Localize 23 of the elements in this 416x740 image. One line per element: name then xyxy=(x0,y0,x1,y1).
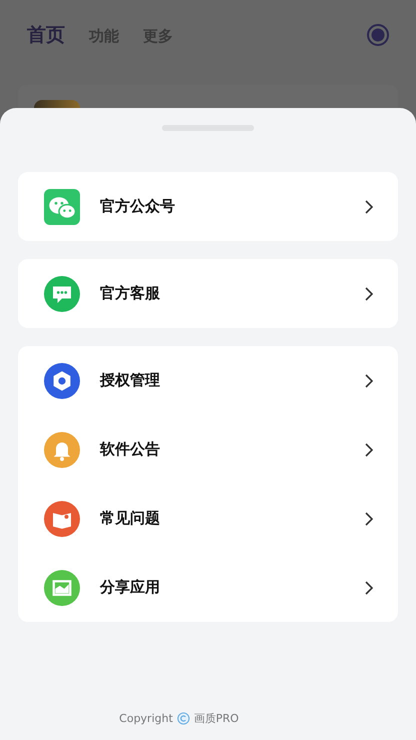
chevron-right-icon xyxy=(365,200,373,214)
app-icon xyxy=(34,100,80,108)
copyright-icon xyxy=(176,712,190,725)
bell-icon xyxy=(44,432,80,468)
chevron-right-icon xyxy=(365,512,373,526)
record-icon[interactable] xyxy=(366,23,390,47)
book-icon xyxy=(44,500,80,536)
menu-item[interactable]: 官方客服 xyxy=(100,284,365,303)
app-name: 画质PRO xyxy=(194,711,239,726)
chevron-right-icon xyxy=(365,286,373,300)
menu-item[interactable]: 软件公告 xyxy=(100,440,365,459)
menu-item[interactable]: 常见问题 xyxy=(100,509,365,528)
message-icon xyxy=(44,276,80,312)
chevron-right-icon xyxy=(365,442,373,456)
chevron-right-icon xyxy=(365,580,373,594)
menu-item[interactable]: 分享应用 xyxy=(100,578,365,597)
settings-icon xyxy=(44,362,80,398)
chart-icon xyxy=(44,570,80,606)
copyright-text: Copyright xyxy=(119,712,173,725)
menu-item[interactable]: 授权管理 xyxy=(100,371,365,390)
menu-item[interactable]: 官方公众号 xyxy=(100,197,365,216)
chat-bubbles-icon xyxy=(44,188,80,224)
chevron-right-icon xyxy=(365,374,373,388)
